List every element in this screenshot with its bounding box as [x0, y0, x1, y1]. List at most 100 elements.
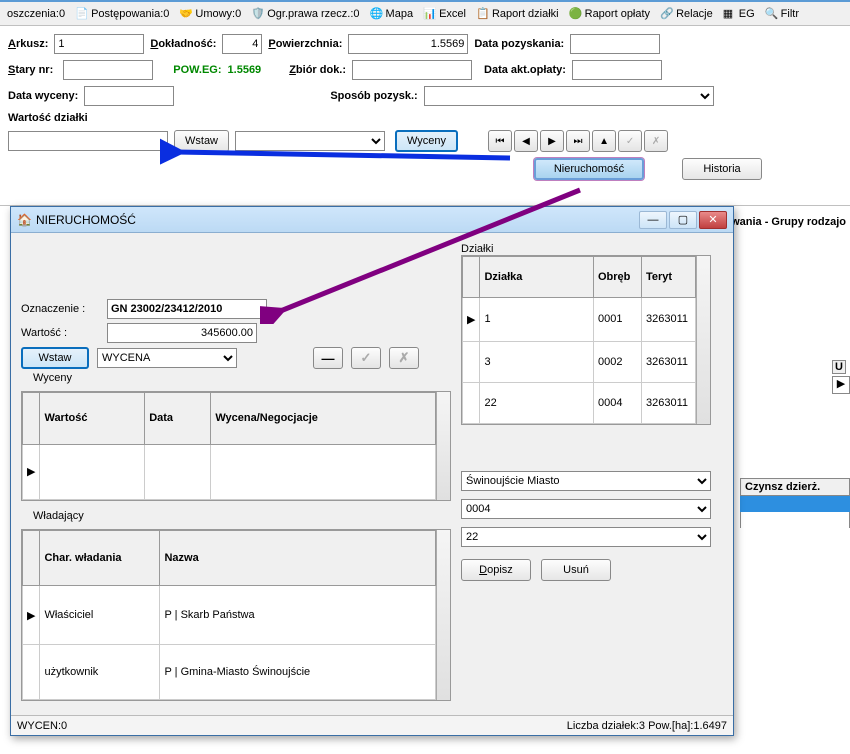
wyceny-h-wartosc[interactable]: Wartość — [40, 393, 145, 445]
data-akt-input[interactable] — [572, 60, 662, 80]
wladajacy-panel-title: Władający — [29, 510, 88, 522]
nav-last[interactable]: ⏭ — [566, 130, 590, 152]
combo-obreb[interactable]: 0004 — [461, 499, 711, 519]
dzialki-h-obreb[interactable]: Obręb — [594, 257, 642, 298]
group-header: wania - Grupy rodzajo — [731, 216, 846, 228]
label-data-akt: Data akt.opłaty: — [484, 64, 566, 76]
stary-nr-input[interactable] — [63, 60, 153, 80]
oznaczenie-input[interactable] — [107, 299, 267, 319]
label-arkusz: Arkusz: — [8, 38, 48, 50]
status-dzialki: Liczba działek:3 Pow.[ha]:1.6497 — [567, 720, 727, 732]
dzialki-scrollbar[interactable] — [696, 256, 710, 424]
nav-next[interactable]: ▶ — [540, 130, 564, 152]
toolbar-text: Excel — [439, 8, 466, 20]
app-icon: 🏠 — [17, 213, 32, 227]
dzialki-h-teryt[interactable]: Teryt — [642, 257, 696, 298]
powierzchnia-input[interactable] — [348, 34, 468, 54]
tb-relacje[interactable]: 🔗Relacje — [657, 5, 716, 23]
label-pow-eg: POW.EG: — [173, 64, 221, 76]
close-button[interactable]: ✕ — [699, 211, 727, 229]
dialog-titlebar[interactable]: 🏠 NIERUCHOMOŚĆ — ▢ ✕ — [11, 207, 733, 233]
toolbar-text: Umowy:0 — [195, 8, 241, 20]
wyceny-button[interactable]: Wyceny — [395, 130, 458, 152]
historia-button[interactable]: Historia — [682, 158, 762, 180]
dzialki-h-dzialka[interactable]: Działka — [480, 257, 594, 298]
toolbar-text: oszczenia:0 — [7, 8, 65, 20]
dlg-wstaw-button[interactable]: Wstaw — [21, 347, 89, 369]
sposob-pozysk-select[interactable] — [424, 86, 714, 106]
table-row[interactable]: 300023263011 — [463, 341, 696, 382]
wladajacy-h-char[interactable]: Char. władania — [40, 531, 160, 586]
wycena-combo[interactable]: WYCENA — [97, 348, 237, 368]
label-wartosc-dzialki: Wartość działki — [8, 112, 88, 124]
status-wycen: WYCEN:0 — [17, 720, 67, 732]
wyceny-h-data[interactable]: Data — [145, 393, 211, 445]
data-wyceny-input[interactable] — [84, 86, 174, 106]
check-button[interactable]: ✓ — [351, 347, 381, 369]
combo-miasto[interactable]: Świnoujście Miasto — [461, 471, 711, 491]
table-row[interactable]: 2200043263011 — [463, 382, 696, 423]
wartosc-input[interactable] — [107, 323, 257, 343]
handshake-icon: 🤝 — [179, 7, 193, 21]
cancel-button[interactable]: ✗ — [389, 347, 419, 369]
u-cursor: ▶ — [832, 376, 850, 394]
tb-eg[interactable]: ▦EG — [720, 5, 758, 23]
tb-postepowania[interactable]: 📄Postępowania:0 — [72, 5, 172, 23]
wyceny-h-wyn[interactable]: Wycena/Negocjacje — [211, 393, 436, 445]
dokladnosc-input[interactable] — [222, 34, 262, 54]
zbior-dok-input[interactable] — [352, 60, 472, 80]
arkusz-input[interactable] — [54, 34, 144, 54]
minus-button[interactable]: — — [313, 347, 343, 369]
toolbar-text: Filtr — [781, 8, 799, 20]
main-form: Arkusz: Dokładność: Powierzchnia: Data p… — [0, 26, 850, 206]
tb-raport-dzialki[interactable]: 📋Raport działki — [473, 5, 562, 23]
pow-eg-value: 1.5569 — [228, 64, 262, 76]
dialog-title: NIERUCHOMOŚĆ — [36, 213, 136, 227]
table-row[interactable]: ▶ Właściciel P | Skarb Państwa — [23, 586, 436, 645]
toolbar-text: Raport opłaty — [585, 8, 650, 20]
table-row[interactable]: użytkownik P | Gmina-Miasto Świnoujście — [23, 644, 436, 699]
doc-icon: 📄 — [75, 7, 89, 21]
tb-umowy[interactable]: 🤝Umowy:0 — [176, 5, 244, 23]
label-dokladnosc: Dokładność: — [150, 38, 216, 50]
shield-icon: 🛡️ — [251, 7, 265, 21]
wartosc-combo[interactable] — [235, 131, 385, 151]
tb-raport-oplaty[interactable]: 🟢Raport opłaty — [566, 5, 653, 23]
nav-check[interactable]: ✓ — [618, 130, 642, 152]
tb-roszczenia[interactable]: oszczenia:0 — [4, 6, 68, 22]
nav-first[interactable]: ⏮ — [488, 130, 512, 152]
u-col-header: U — [832, 360, 846, 374]
toolbar-text: Ogr.prawa rzecz.:0 — [267, 8, 359, 20]
wyceny-panel-title: Wyceny — [29, 372, 76, 384]
wladajacy-h-nazwa[interactable]: Nazwa — [160, 531, 436, 586]
maximize-button[interactable]: ▢ — [669, 211, 697, 229]
report-fee-icon: 🟢 — [569, 7, 583, 21]
dzialki-panel-title: Działki — [461, 243, 493, 255]
wyceny-scrollbar[interactable] — [436, 392, 450, 500]
table-row[interactable]: ▶100013263011 — [463, 298, 696, 342]
wstaw-button[interactable]: Wstaw — [174, 130, 229, 152]
wladajacy-scrollbar[interactable] — [436, 530, 450, 700]
label-powierzchnia: Powierzchnia: — [268, 38, 342, 50]
minimize-button[interactable]: — — [639, 211, 667, 229]
czynsz-selected-row[interactable] — [740, 496, 850, 512]
nav-cancel[interactable]: ✗ — [644, 130, 668, 152]
dopisz-button[interactable]: Dopisz — [461, 559, 531, 581]
toolbar-text: Raport działki — [492, 8, 559, 20]
usun-button[interactable]: Usuń — [541, 559, 611, 581]
relations-icon: 🔗 — [660, 7, 674, 21]
nav-prev[interactable]: ◀ — [514, 130, 538, 152]
data-pozyskania-input[interactable] — [570, 34, 660, 54]
czynsz-header: Czynsz dzierż. — [740, 478, 850, 496]
nieruchomosc-button[interactable]: Nieruchomość — [534, 158, 644, 180]
toolbar-text: Relacje — [676, 8, 713, 20]
tb-excel[interactable]: 📊Excel — [420, 5, 469, 23]
nav-up[interactable]: ▲ — [592, 130, 616, 152]
tb-ogr[interactable]: 🛡️Ogr.prawa rzecz.:0 — [248, 5, 362, 23]
tb-mapa[interactable]: 🌐Mapa — [367, 5, 417, 23]
toolbar-text: EG — [739, 8, 755, 20]
excel-icon: 📊 — [423, 7, 437, 21]
wartosc-dzialki-input[interactable] — [8, 131, 168, 151]
tb-filtr[interactable]: 🔍Filtr — [762, 5, 802, 23]
combo-dzialka[interactable]: 22 — [461, 527, 711, 547]
